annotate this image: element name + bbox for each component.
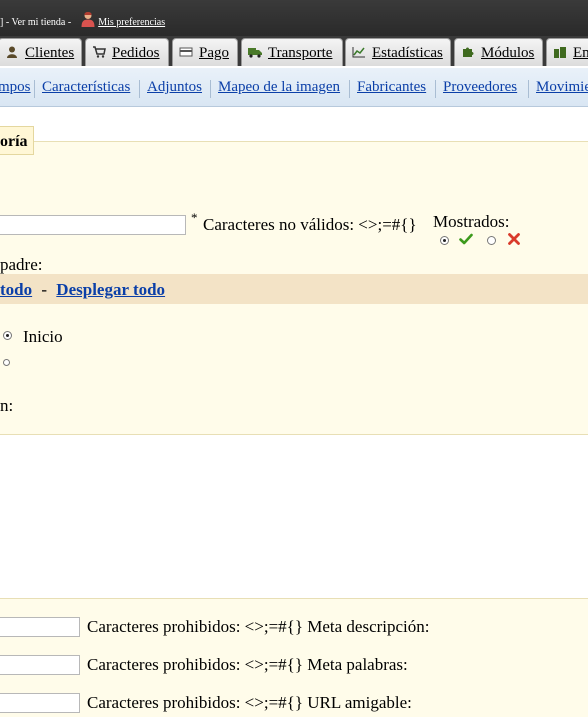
tab-modulos[interactable]: Módulos [454, 38, 543, 66]
subnav-divider [210, 80, 211, 98]
preferences-link[interactable]: Mis preferencias [98, 17, 165, 28]
subnav-item-caracteristicas[interactable]: Características [42, 79, 130, 96]
tab-pago[interactable]: Pago [172, 38, 238, 66]
category-root-radio[interactable] [3, 331, 12, 340]
subnav-item-adjuntos[interactable]: Adjuntos [147, 79, 202, 96]
invalid-chars-hint: Caracteres no válidos: <>;=#{} [203, 215, 417, 234]
tab-empleados[interactable]: Em [546, 38, 588, 66]
tab-estadisticas[interactable]: Estadísticas [345, 38, 451, 66]
meta-description-hint: Caracteres prohibidos: <>;=#{} Meta desc… [87, 617, 430, 636]
displayed-label: Mostrados: [433, 212, 510, 231]
person-icon [7, 46, 17, 58]
card-icon [179, 47, 193, 57]
required-mark: * [191, 210, 198, 225]
catalog-subnav: mpos Características Adjuntos Mapeo de l… [0, 68, 588, 107]
parent-category-label: padre: [0, 255, 43, 274]
subnav-divider [528, 80, 529, 98]
displayed-no-radio[interactable] [487, 236, 496, 245]
subnav-item-grupos[interactable]: mpos [0, 79, 31, 96]
user-preferences-icon[interactable] [80, 11, 96, 27]
tab-pedidos[interactable]: Pedidos [85, 38, 169, 66]
tab-clientes[interactable]: Clientes [0, 38, 82, 66]
category-tree-toolbar: todo - Desplegar todo [0, 274, 588, 304]
view-shop-link[interactable]: ] - Ver mi tienda - [0, 17, 71, 28]
category-name-input[interactable] [0, 215, 186, 235]
friendly-url-hint: Caracteres prohibidos: <>;=#{} URL amiga… [87, 693, 412, 712]
meta-title-input[interactable] [0, 617, 80, 637]
cross-icon [508, 233, 520, 245]
puzzle-icon [463, 47, 474, 57]
building-icon [554, 47, 566, 58]
tree-separator: - [41, 280, 48, 299]
expand-all-link[interactable]: Desplegar todo [56, 280, 165, 299]
tab-transporte[interactable]: Transporte [241, 38, 343, 66]
description-label: n: [0, 396, 14, 415]
subnav-item-proveedores[interactable]: Proveedores [443, 79, 517, 96]
chart-icon [352, 47, 365, 58]
subnav-item-mapeo-imagen[interactable]: Mapeo de la imagen [218, 79, 340, 96]
main-tabs: Clientes Pedidos Pago Transporte Estadís… [0, 36, 588, 66]
displayed-yes-radio[interactable] [440, 236, 449, 245]
subnav-item-fabricantes[interactable]: Fabricantes [357, 79, 426, 96]
subnav-divider [349, 80, 350, 98]
subnav-divider [435, 80, 436, 98]
subnav-divider [34, 80, 35, 98]
meta-keywords-hint: Caracteres prohibidos: <>;=#{} Meta pala… [87, 655, 408, 674]
form-legend: oría [0, 126, 34, 155]
category-root-label: Inicio [23, 327, 63, 346]
truck-icon [248, 48, 262, 58]
subnav-divider [139, 80, 140, 98]
admin-header: ] - Ver mi tienda - Mis preferencias [0, 0, 588, 36]
meta-description-input[interactable] [0, 655, 80, 675]
cart-icon [93, 46, 106, 58]
collapse-all-link[interactable]: todo [0, 280, 32, 299]
check-icon [459, 233, 473, 245]
meta-keywords-input[interactable] [0, 693, 80, 713]
subnav-item-movimientos[interactable]: Movimie [536, 79, 588, 96]
category-tree-expander[interactable] [3, 359, 10, 366]
